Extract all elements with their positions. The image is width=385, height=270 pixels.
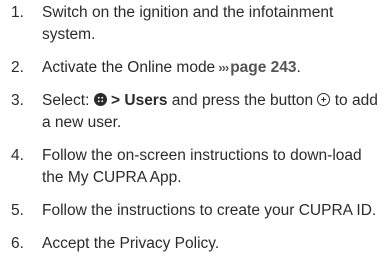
step-number: 3. [11, 92, 24, 109]
step-number: 4. [11, 147, 24, 164]
step-number: 1. [11, 4, 24, 21]
step-5: 5. Follow the instructions to create you… [0, 200, 385, 222]
page-reference-link[interactable]: page 243 [230, 59, 296, 76]
steps-list: 1. Switch on the ignition and the infota… [0, 2, 385, 255]
step-text: Follow the instructions to create your C… [42, 202, 377, 219]
step-number: 6. [11, 235, 24, 252]
page-link-arrows-icon[interactable]: ››› [218, 60, 229, 75]
menu-grid-icon [93, 93, 107, 106]
step-6: 6. Accept the Privacy Policy. [0, 233, 385, 255]
circle-plus-icon [317, 93, 331, 106]
step-number: 5. [11, 202, 24, 219]
step-text-end: . [296, 59, 301, 76]
step-text-mid: and press the button [171, 92, 314, 109]
instructions-page: 1. Switch on the ignition and the infota… [0, 0, 385, 270]
step-text: Switch on the ignition and the infotainm… [42, 4, 334, 43]
step-text: Accept the Privacy Policy. [42, 235, 220, 252]
step-2: 2. Activate the Online mode ››› page 243. [0, 57, 385, 79]
step-3: 3. Select: > Users and press the button … [0, 90, 385, 134]
step-1: 1. Switch on the ignition and the infota… [0, 2, 385, 46]
step-4: 4. Follow the on-screen instructions to … [0, 145, 385, 189]
step-text-select: Select: [42, 92, 90, 109]
step-number: 2. [11, 59, 24, 76]
step-text: Activate the Online mode [42, 59, 216, 76]
step-text: Follow the on-screen instructions to dow… [42, 147, 362, 186]
menu-path-users: > Users [111, 92, 168, 109]
